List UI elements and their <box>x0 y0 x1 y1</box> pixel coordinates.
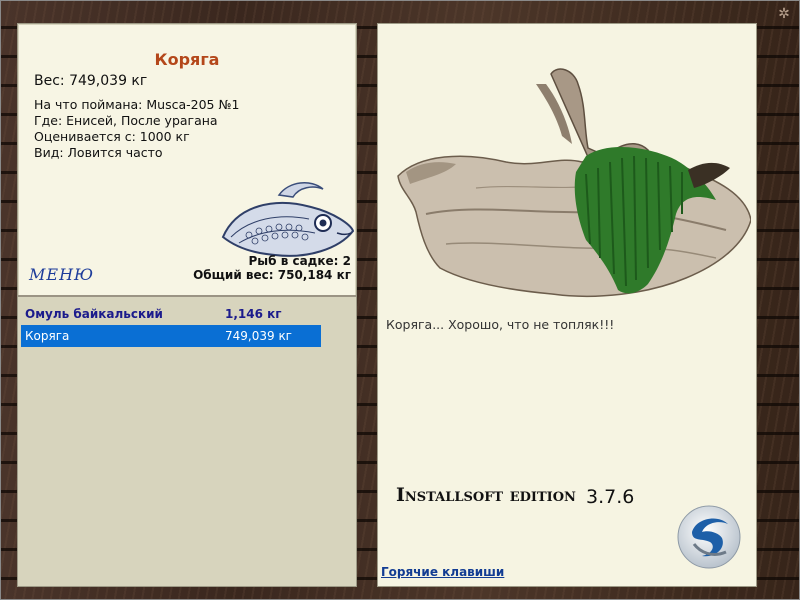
catch-location: Где: Енисей, После урагана <box>34 113 218 128</box>
valued-from: Оценивается с: 1000 кг <box>34 129 190 144</box>
catch-weight: 749,039 кг <box>225 329 292 343</box>
hotkeys-link[interactable]: Горячие клавиши <box>381 565 504 579</box>
left-panel: Коряга Вес: 749,039 кг На что поймана: M… <box>17 23 357 587</box>
driftwood-image <box>397 68 751 298</box>
catch-name: Коряга <box>25 329 70 343</box>
fish-emblem-icon <box>221 182 355 257</box>
catch-list-item[interactable]: Омуль байкальский 1,146 кг <box>21 303 321 325</box>
catch-list: Омуль байкальский 1,146 кг Коряга 749,03… <box>21 303 321 347</box>
catch-name: Омуль байкальский <box>25 307 163 321</box>
fish-weight: Вес: 749,039 кг <box>34 73 148 89</box>
installsoft-logo-icon <box>677 505 741 569</box>
fish-title: Коряга <box>154 50 220 69</box>
catch-weight: 1,146 кг <box>225 307 282 321</box>
keepnet-count: Рыб в садке: 2 <box>248 254 352 268</box>
fish-info-card: Коряга Вес: 749,039 кг На что поймана: M… <box>19 25 355 295</box>
menu-button[interactable]: МЕНЮ <box>29 265 94 284</box>
catch-frequency: Вид: Ловится часто <box>34 145 163 160</box>
total-weight: Общий вес: 750,184 кг <box>193 268 351 282</box>
version-number: 3.7.6 <box>586 486 635 508</box>
edition-label: Installsoft edition <box>396 484 576 506</box>
catch-comment: Коряга... Хорошо, что не топляк!!! <box>386 317 615 332</box>
settings-corner-icon[interactable]: ✲ <box>776 6 792 22</box>
catch-list-item-selected[interactable]: Коряга 749,039 кг <box>21 325 321 347</box>
panel-divider <box>18 295 356 297</box>
caught-with: На что поймана: Musca-205 №1 <box>34 97 240 112</box>
right-panel: Коряга... Хорошо, что не топляк!!! Insta… <box>377 23 757 587</box>
